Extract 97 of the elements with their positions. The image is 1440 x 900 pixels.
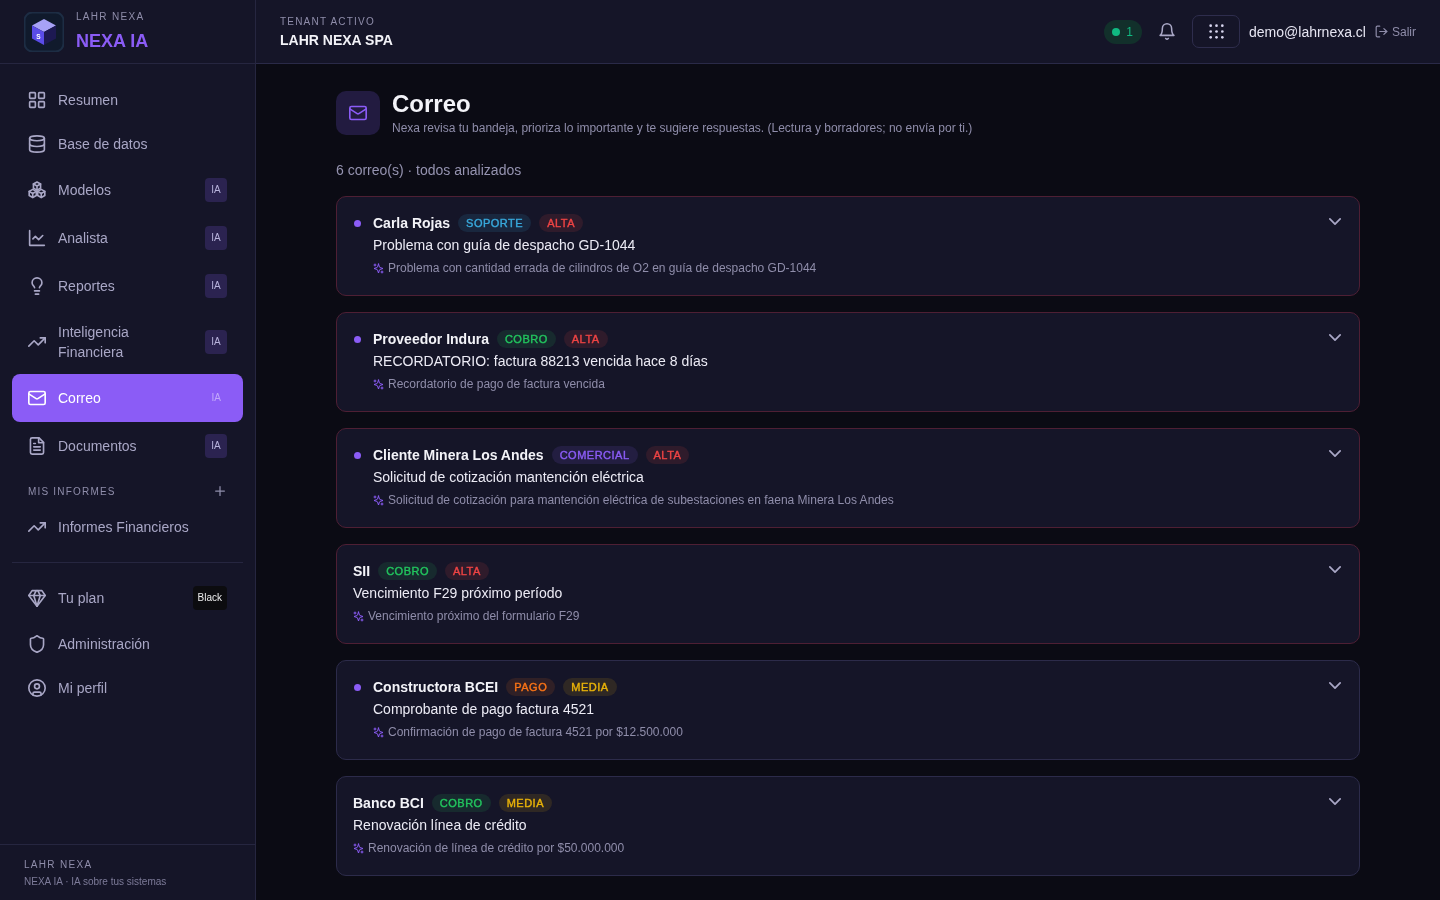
- sparkle-icon: [373, 494, 384, 506]
- sender-name: Cliente Minera Los Andes: [373, 447, 544, 463]
- category-tag: COMERCIAL: [551, 446, 638, 464]
- ai-badge: IA: [205, 274, 227, 298]
- email-subject: RECORDATORIO: factura 88213 vencida hace 8 días: [373, 352, 709, 371]
- email-card[interactable]: SII COBRO ALTA Vencimiento F29 próximo período Vencimiento próximo del formulario F29: [336, 544, 1360, 644]
- ai-summary: Confirmación de pago de factura 4521 por $12.500.000: [388, 725, 683, 739]
- sidebar-item[interactable]: Base de datos: [12, 122, 243, 166]
- status-count: 1: [1126, 24, 1134, 39]
- chevron-down-icon[interactable]: [1329, 450, 1341, 457]
- ai-label: IA: [211, 391, 221, 405]
- sidebar-item[interactable]: Documentos IA: [12, 422, 243, 470]
- dots-grid-icon: [1208, 24, 1224, 39]
- priority-tag: MEDIA: [563, 678, 617, 696]
- grid-icon: [28, 91, 46, 109]
- logout-icon: [1375, 25, 1388, 38]
- sidebar-item[interactable]: Tu plan Black: [12, 574, 243, 622]
- chevron-down-icon[interactable]: [1329, 334, 1341, 341]
- mail-tile-icon: [336, 91, 380, 135]
- logout-link[interactable]: Salir: [1375, 24, 1416, 39]
- email-card[interactable]: Carla Rojas SOPORTE ALTA Problema con guía de despacho GD-1044 Problema con cantidad errada de cilindros de O2 en guía de despacho GD-1044: [336, 196, 1360, 296]
- email-subject: Vencimiento F29 próximo período: [353, 584, 564, 603]
- sidebar-item[interactable]: Reportes IA: [12, 262, 243, 310]
- sender-name: Carla Rojas: [373, 215, 451, 231]
- priority-tag: ALTA: [444, 562, 489, 580]
- ai-badge: IA: [205, 434, 227, 458]
- email-subject: Solicitud de cotización mantención eléctrica: [373, 468, 645, 487]
- lightbulb-icon: [28, 277, 46, 295]
- mail-icon: [28, 389, 46, 407]
- sidebar-item[interactable]: Modelos IA: [12, 166, 243, 214]
- user-circle-icon: [28, 679, 46, 697]
- email-card[interactable]: Banco BCI COBRO MEDIA Renovación línea de crédito Renovación de línea de crédito por $50.000.000: [336, 776, 1360, 876]
- sparkle-icon: [373, 262, 384, 274]
- line-chart-icon: [28, 229, 46, 247]
- category-tag: COBRO: [496, 330, 556, 348]
- ai-summary: Problema con cantidad errada de cilindros de O2 en guía de despacho GD-1044: [388, 261, 817, 275]
- sparkle-icon: [373, 378, 384, 390]
- database-icon: [28, 135, 46, 153]
- category-tag: SOPORTE: [458, 214, 532, 232]
- email-subject: Comprobante de pago factura 4521: [373, 700, 596, 719]
- priority-tag: ALTA: [539, 214, 584, 232]
- ai-summary: Solicitud de cotización para mantención eléctrica de subestaciones en faena Minera Los Andes: [388, 493, 894, 507]
- chevron-down-icon[interactable]: [1329, 798, 1341, 805]
- priority-tag: ALTA: [645, 446, 690, 464]
- sidebar-item[interactable]: Informes Financieros: [12, 505, 243, 549]
- email-card[interactable]: Proveedor Indura COBRO ALTA RECORDATORIO: factura 88213 vencida hace 8 días Recordatorio de pago de factura vencida: [336, 312, 1360, 412]
- sidebar-item[interactable]: Analista IA: [12, 214, 243, 262]
- category-tag: PAGO: [506, 678, 556, 696]
- bell-icon[interactable]: [1159, 23, 1176, 40]
- sender-name: Banco BCI: [353, 795, 424, 811]
- cubes-icon: [28, 181, 46, 199]
- plan-badge: Black: [192, 586, 227, 610]
- brand-name: NEXA IA: [76, 30, 149, 52]
- page-subtitle: Nexa revisa tu bandeja, prioriza lo importante y te sugiere respuestas. (Lectura y borradores; no envía por ti.): [392, 120, 973, 136]
- category-tag: COBRO: [378, 562, 437, 580]
- ai-badge: IA: [205, 178, 227, 202]
- document-icon: [28, 437, 46, 455]
- sidebar-item[interactable]: Resumen: [12, 78, 243, 122]
- ai-badge: IA: [205, 330, 227, 354]
- gem-icon: [28, 589, 46, 607]
- sparkle-icon: [353, 842, 364, 854]
- sender-name: Constructora BCEI: [373, 679, 499, 695]
- apps-button[interactable]: [1192, 15, 1241, 48]
- chevron-down-icon[interactable]: [1329, 682, 1341, 689]
- sidebar-item[interactable]: Mi perfil: [12, 666, 243, 710]
- section-title: MIS INFORMES: [28, 485, 116, 497]
- user-email: demo@lahrnexa.cl: [1249, 23, 1366, 40]
- ai-badge: IA: [205, 226, 227, 250]
- tenant-name: LAHR NEXA SPA: [280, 31, 393, 48]
- email-subject: Problema con guía de despacho GD-1044: [373, 236, 637, 255]
- status-dot-icon: [1112, 27, 1121, 36]
- chevron-down-icon[interactable]: [1329, 566, 1341, 573]
- email-card[interactable]: Cliente Minera Los Andes COMERCIAL ALTA Solicitud de cotización mantención eléctrica Solicitud de cotización para mantención eléctrica de subestaciones en faena Minera Los Andes: [336, 428, 1360, 528]
- sparkle-icon: [373, 726, 384, 738]
- sender-name: SII: [353, 563, 371, 579]
- ai-summary: Vencimiento próximo del formulario F29: [368, 609, 580, 623]
- sparkle-icon: [353, 610, 364, 622]
- sidebar-item[interactable]: Administración: [12, 622, 243, 666]
- ai-summary: Renovación de línea de crédito por $50.000.000: [368, 841, 625, 855]
- plus-icon[interactable]: [215, 486, 225, 496]
- priority-tag: ALTA: [563, 330, 608, 348]
- footer-overline: LAHR NEXA: [24, 859, 94, 870]
- footer-tagline: NEXA IA · IA sobre tus sistemas: [24, 876, 168, 887]
- shield-icon: [28, 635, 46, 653]
- page-title: Correo: [392, 90, 472, 118]
- email-card[interactable]: Constructora BCEI PAGO MEDIA Comprobante de pago factura 4521 Confirmación de pago de factura 4521 por $12.500.000: [336, 660, 1360, 760]
- sidebar-item[interactable]: Inteligencia Financiera IA: [12, 310, 243, 374]
- sidebar-item[interactable]: Correo IA: [12, 374, 243, 422]
- sender-name: Proveedor Indura: [373, 331, 489, 347]
- priority-tag: MEDIA: [498, 794, 552, 812]
- tenant-label: TENANT ACTIVO: [280, 15, 376, 27]
- ai-summary: Recordatorio de pago de factura vencida: [388, 377, 605, 391]
- brand-overline: LAHR NEXA: [76, 11, 146, 23]
- category-tag: COBRO: [431, 794, 491, 812]
- chevron-down-icon[interactable]: [1329, 218, 1341, 225]
- email-subject: Renovación línea de crédito: [353, 816, 528, 835]
- mail-count: 6 correo(s) · todos analizados: [336, 161, 523, 180]
